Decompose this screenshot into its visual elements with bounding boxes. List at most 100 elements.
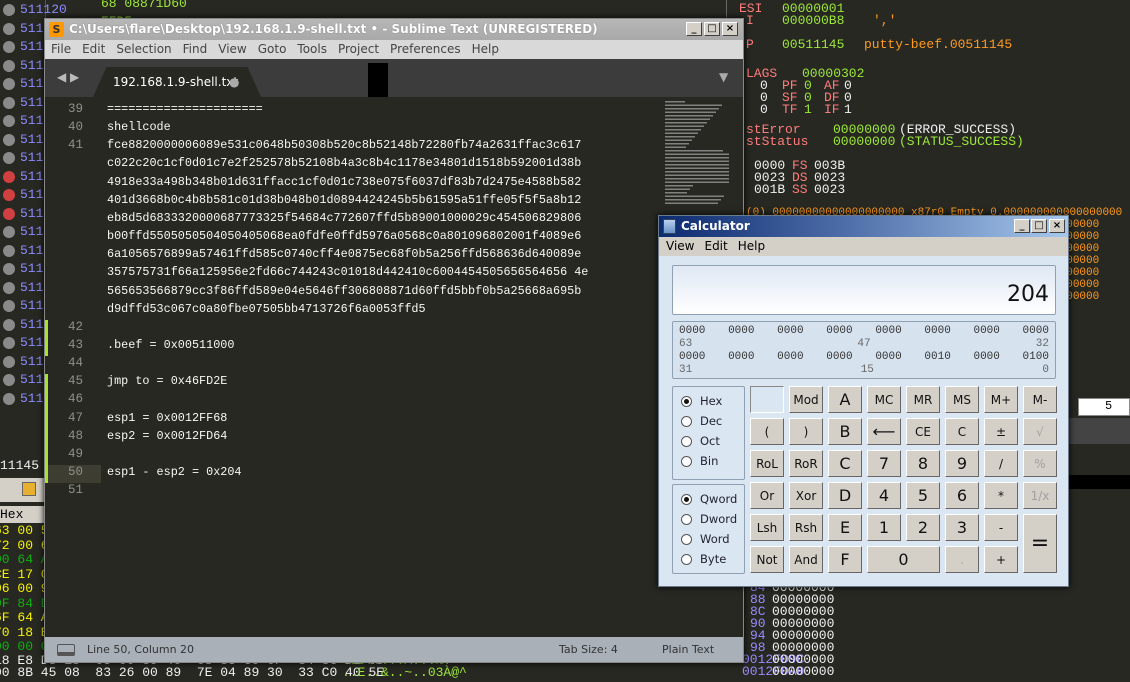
tab-size-selector[interactable]: Tab Size: 4 [559,637,618,662]
key-and[interactable]: And [789,546,823,573]
menu-tools[interactable]: Tools [297,40,327,59]
radio-hex[interactable]: Hex [681,391,744,411]
key-8[interactable]: 8 [906,450,940,477]
syntax-selector[interactable]: Plain Text [662,637,714,662]
panel-toggle-icon[interactable] [57,644,75,656]
key-m-minus[interactable]: M- [1023,386,1057,413]
key-divide[interactable]: / [984,450,1018,477]
key-close-paren[interactable]: ) [789,418,823,445]
radio-bin[interactable]: Bin [681,451,744,471]
key-negate[interactable]: ± [984,418,1018,445]
key-mod[interactable]: Mod [789,386,823,413]
unsaved-dot-icon[interactable]: ● [229,67,239,97]
radio-word[interactable]: Word [681,529,744,549]
menu-preferences[interactable]: Preferences [390,40,461,59]
key-7[interactable]: 7 [867,450,901,477]
key-e[interactable]: E [828,514,862,541]
menu-help[interactable]: Help [472,40,499,59]
key-ms[interactable]: MS [945,386,979,413]
key-f[interactable]: F [828,546,862,573]
key-mr[interactable]: MR [906,386,940,413]
radio-dword[interactable]: Dword [681,509,744,529]
key-not[interactable]: Not [750,546,784,573]
stack-arg-count-combo[interactable]: 5 [1078,398,1130,416]
breakpoint-dot-icon[interactable] [3,281,15,294]
tab-nav-arrows-icon[interactable]: ◀ ▶ [57,70,79,84]
menu-file[interactable]: File [51,40,71,59]
breakpoint-dot-icon[interactable] [3,226,15,238]
key-4[interactable]: 4 [867,482,901,509]
key-reciprocal[interactable]: 1/x [1023,482,1057,509]
breakpoint-dot-icon[interactable] [3,244,15,257]
breakpoint-dot-icon[interactable] [3,207,15,220]
radio-oct[interactable]: Oct [681,431,744,451]
breakpoint-dot-icon[interactable] [3,337,15,349]
key-open-paren[interactable]: ( [750,418,784,445]
menu-find[interactable]: Find [183,40,208,59]
key-percent[interactable]: % [1023,450,1057,477]
breakpoint-dot-icon[interactable] [3,392,15,405]
breakpoint-dot-icon[interactable] [3,152,15,164]
key-b[interactable]: B [828,418,862,445]
key-d[interactable]: D [828,482,862,509]
breakpoint-dot-icon[interactable] [3,115,15,127]
breakpoint-dot-icon[interactable] [3,263,15,275]
minimap[interactable] [663,101,739,211]
breakpoint-dot-icon[interactable] [3,355,15,368]
radio-qword[interactable]: Qword [681,489,744,509]
key-a[interactable]: A [828,386,862,413]
tab-shell-txt[interactable]: 192.168.1.9-shell.txt ● [93,67,261,97]
close-button[interactable]: × [722,22,738,36]
tab-list-dropdown-icon[interactable]: ▼ [719,70,728,84]
menu-edit[interactable]: Edit [82,40,105,59]
key-add[interactable]: + [984,546,1018,573]
key-decimal[interactable]: . [945,546,979,573]
key-c[interactable]: C [945,418,979,445]
breakpoint-dot-icon[interactable] [3,374,15,386]
maximize-button[interactable]: □ [704,22,720,36]
breakpoint-dot-icon[interactable] [3,300,15,312]
calc-menu-view[interactable]: View [666,239,694,253]
breakpoint-dot-icon[interactable] [3,4,15,16]
key-or[interactable]: Or [750,482,784,509]
menu-goto[interactable]: Goto [258,40,287,59]
calc-minimize-button[interactable]: _ [1014,219,1030,233]
calculator-title-bar[interactable]: Calculator _ □ × [659,216,1068,237]
key-1[interactable]: 1 [867,514,901,541]
minimize-button[interactable]: _ [686,22,702,36]
calc-maximize-button[interactable]: □ [1031,219,1047,233]
key-equals[interactable]: = [1023,514,1057,573]
key-c[interactable]: C [828,450,862,477]
key-sqrt[interactable]: √ [1023,418,1057,445]
key-2[interactable]: 2 [906,514,940,541]
breakpoint-dot-icon[interactable] [3,78,15,90]
breakpoint-dot-icon[interactable] [3,41,15,53]
menu-view[interactable]: View [218,40,246,59]
key-9[interactable]: 9 [945,450,979,477]
calc-menu-help[interactable]: Help [738,239,765,253]
radio-dec[interactable]: Dec [681,411,744,431]
key-m-plus[interactable]: M+ [984,386,1018,413]
key-lsh[interactable]: Lsh [750,514,784,541]
key-ror[interactable]: RoR [789,450,823,477]
breakpoint-dot-icon[interactable] [3,96,15,109]
key-mc[interactable]: MC [867,386,901,413]
breakpoint-dot-icon[interactable] [3,189,15,201]
key-xor[interactable]: Xor [789,482,823,509]
breakpoint-dot-icon[interactable] [3,22,15,35]
breakpoint-dot-icon[interactable] [3,170,15,183]
key-rol[interactable]: RoL [750,450,784,477]
editor-text-area[interactable]: 39 ====================== 40 shellcode 41 fce… [45,97,743,637]
key-rsh[interactable]: Rsh [789,514,823,541]
calc-close-button[interactable]: × [1049,219,1065,233]
menu-project[interactable]: Project [338,40,379,59]
key-ce[interactable]: CE [906,418,940,445]
key-multiply[interactable]: * [984,482,1018,509]
menu-selection[interactable]: Selection [116,40,171,59]
key-6[interactable]: 6 [945,482,979,509]
key-0[interactable]: 0 [867,546,940,573]
key-5[interactable]: 5 [906,482,940,509]
breakpoint-dot-icon[interactable] [3,59,15,72]
key-backspace[interactable]: ⟵ [867,418,901,445]
key-subtract[interactable]: - [984,514,1018,541]
